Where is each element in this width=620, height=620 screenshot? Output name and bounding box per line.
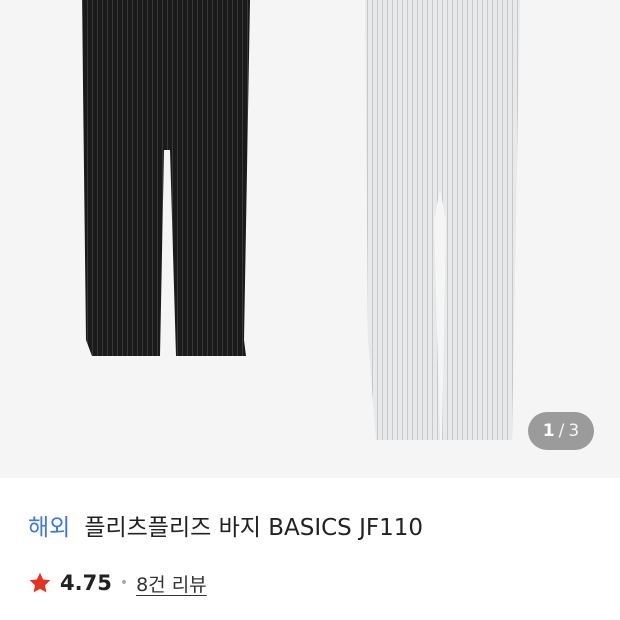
black-pants-image <box>82 0 250 356</box>
reviews-link[interactable]: 8건 리뷰 <box>136 570 207 597</box>
product-title: 플리츠플리즈 바지 BASICS JF110 <box>84 515 424 541</box>
pager-current: 1 <box>542 421 555 441</box>
product-image <box>82 0 520 440</box>
rating-separator: • <box>119 575 129 591</box>
star-icon <box>29 572 51 593</box>
image-pager: 1 / 3 <box>528 412 594 450</box>
product-info: 해외 플리츠플리즈 바지 BASICS JF110 <box>28 508 600 542</box>
overseas-badge: 해외 <box>28 515 71 541</box>
product-image-gallery[interactable]: 1 / 3 <box>0 0 620 478</box>
title-row: 해외 플리츠플리즈 바지 BASICS JF110 <box>28 508 600 542</box>
grey-pants-image <box>365 0 520 440</box>
pager-separator: / <box>558 421 565 441</box>
rating-score: 4.75 <box>60 571 112 595</box>
rating-row: 4.75 • 8건 리뷰 <box>28 568 207 598</box>
pager-total: 3 <box>568 421 580 441</box>
